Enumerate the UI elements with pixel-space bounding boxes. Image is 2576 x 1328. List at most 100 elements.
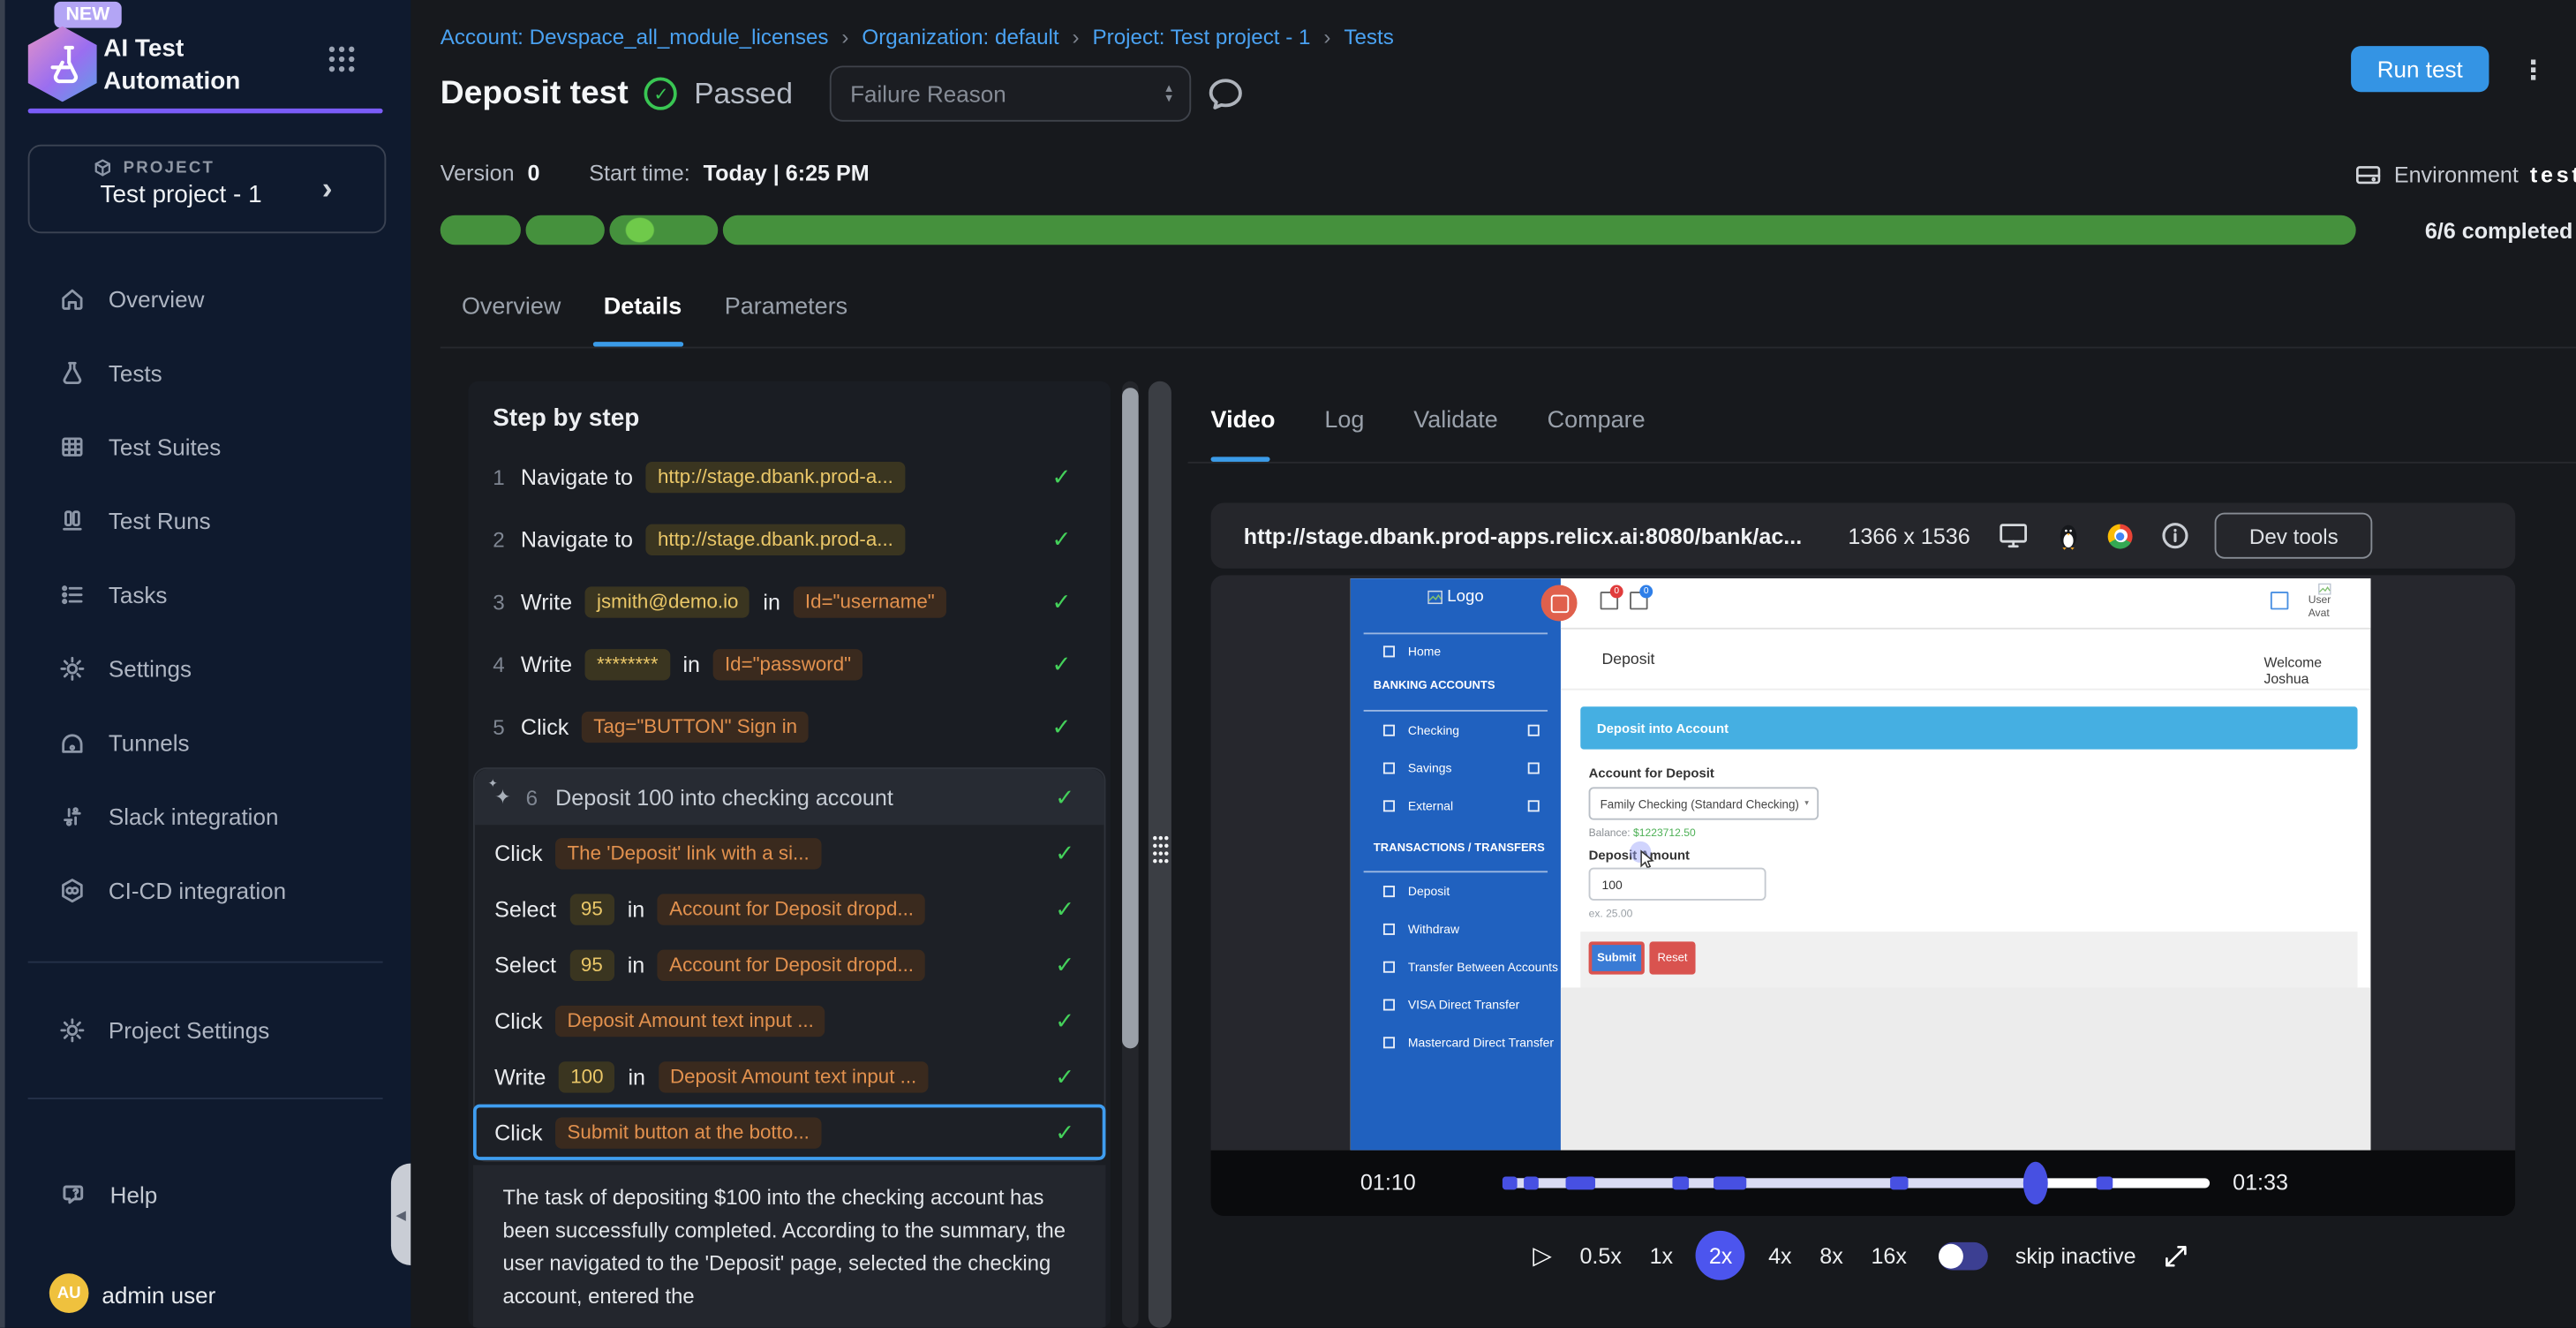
substep-row-5[interactable]: Write 100 in Deposit Amount text input .… — [475, 1048, 1104, 1104]
sidebar-item-settings[interactable]: Settings — [0, 641, 411, 697]
bank-reset-button: Reset — [1649, 941, 1695, 974]
timeline-event-marker[interactable] — [1713, 1176, 1745, 1189]
skip-inactive-toggle[interactable] — [1938, 1241, 1987, 1270]
bank-page-title: Deposit — [1601, 651, 1654, 668]
speed-1x[interactable]: 1x — [1650, 1243, 1674, 1268]
timeline-thumb[interactable] — [2022, 1162, 2047, 1204]
sidebar-item-test-suites[interactable]: Test Suites — [0, 419, 411, 475]
play-button[interactable]: ▷ — [1533, 1241, 1551, 1270]
start-time-value: Today | 6:25 PM — [704, 161, 870, 185]
sidebar-item-tests[interactable]: Tests — [0, 345, 411, 401]
steps-heading: Step by step — [493, 404, 1111, 433]
avatar[interactable]: AU — [49, 1273, 89, 1313]
info-icon[interactable] — [2161, 521, 2190, 550]
user-avatar-broken-image: User Avat — [2309, 584, 2331, 622]
failure-reason-select[interactable]: Failure Reason ▴▾ — [829, 65, 1190, 121]
substep-row-2[interactable]: Select 95 in Account for Deposit dropd..… — [475, 880, 1104, 936]
step-check-icon: ✓ — [1052, 463, 1072, 491]
bank-nav-savings: Savings — [1383, 761, 1452, 776]
step-row-3[interactable]: 3 Write jsmith@demo.io in Id="username" … — [493, 580, 1071, 622]
sidebar-item-project-settings[interactable]: Project Settings — [0, 1002, 411, 1058]
tunnel-icon — [59, 729, 86, 756]
step-check-icon: ✓ — [1052, 587, 1072, 615]
video-tabs: Video Log Validate Compare — [1211, 408, 1646, 434]
tab-overview[interactable]: Overview — [462, 294, 561, 321]
timeline-event-marker[interactable] — [1890, 1176, 1908, 1189]
breadcrumb-separator: › — [1323, 25, 1330, 49]
value-chip: http://stage.dbank.prod-a... — [646, 461, 905, 492]
bank-page-background — [1561, 987, 2370, 1150]
tab-details[interactable]: Details — [604, 294, 682, 321]
locator-chip: The 'Deposit' link with a si... — [555, 837, 820, 868]
project-selector[interactable]: PROJECT Test project - 1 › — [28, 145, 387, 233]
step-check-icon: ✓ — [1055, 1062, 1074, 1090]
step-row-2[interactable]: 2 Navigate to http://stage.dbank.prod-a.… — [493, 517, 1071, 560]
substep-row-3[interactable]: Select 95 in Account for Deposit dropd..… — [475, 937, 1104, 992]
sidebar-item-overview[interactable]: Overview — [0, 271, 411, 327]
grid-table-icon — [59, 434, 86, 460]
dev-tools-button[interactable]: Dev tools — [2215, 513, 2373, 559]
step-check-icon: ✓ — [1052, 650, 1072, 678]
speed-8x[interactable]: 8x — [1819, 1243, 1843, 1268]
substep-row-4[interactable]: Click Deposit Amount text input ... ✓ — [475, 992, 1104, 1048]
panel-splitter-handle[interactable] — [1149, 381, 1171, 1328]
timeline-track[interactable] — [1503, 1178, 2210, 1188]
breadcrumb-organization[interactable]: Organization: default — [862, 25, 1058, 49]
substep-row-1[interactable]: Click The 'Deposit' link with a si... ✓ — [475, 825, 1104, 880]
comment-icon[interactable] — [1207, 76, 1243, 112]
step-check-icon: ✓ — [1052, 525, 1072, 554]
breadcrumb-account[interactable]: Account: Devspace_all_module_licenses — [441, 25, 829, 49]
step-check-icon: ✓ — [1055, 783, 1074, 811]
tab-parameters[interactable]: Parameters — [725, 294, 847, 321]
speed-2x-active[interactable]: 2x — [1696, 1231, 1745, 1280]
cicd-hexagon-link-icon — [59, 878, 86, 904]
tab-compare[interactable]: Compare — [1548, 408, 1646, 434]
breadcrumb-tests[interactable]: Tests — [1344, 25, 1393, 49]
bank-panel-header: Deposit into Account — [1580, 706, 2357, 749]
sidebar-item-tasks[interactable]: Tasks — [0, 567, 411, 622]
bank-nav-checking: Checking — [1383, 723, 1459, 738]
apps-grid-icon[interactable] — [325, 42, 358, 75]
locator-chip: Account for Deposit dropd... — [658, 893, 925, 924]
timeline-event-marker[interactable] — [1524, 1176, 1539, 1189]
sidebar-item-slack-integration[interactable]: Slack integration — [0, 788, 411, 844]
bank-section-accounts: BANKING ACCOUNTS — [1374, 680, 1495, 691]
timeline-event-marker[interactable] — [2096, 1176, 2113, 1189]
bank-nav-deposit: Deposit — [1383, 884, 1450, 899]
video-viewport[interactable]: Logo Home BANKING ACCOUNTS Checking Savi… — [1211, 575, 2516, 1216]
completed-count: 6/6 completed — [2425, 219, 2573, 244]
bank-nav-visa: VISA Direct Transfer — [1383, 998, 1519, 1013]
locator-chip: Tag="BUTTON" Sign in — [582, 711, 809, 742]
video-url: http://stage.dbank.prod-apps.relicx.ai:8… — [1244, 524, 1802, 548]
breadcrumb-project[interactable]: Project: Test project - 1 — [1093, 25, 1311, 49]
tab-log[interactable]: Log — [1324, 408, 1364, 434]
breadcrumb-separator: › — [841, 25, 848, 49]
bank-nav-external: External — [1383, 798, 1453, 813]
step-group-header[interactable]: ✦✦ 6 Deposit 100 into checking account ✓ — [475, 769, 1104, 825]
sidebar-divider — [28, 962, 383, 963]
substep-row-6-selected[interactable]: Click Submit button at the botto... ✓ — [473, 1105, 1105, 1160]
timeline-event-marker[interactable] — [1672, 1176, 1689, 1189]
run-test-button[interactable]: Run test — [2351, 46, 2489, 92]
speed-4x[interactable]: 4x — [1768, 1243, 1792, 1268]
tab-validate[interactable]: Validate — [1413, 408, 1498, 434]
sidebar-collapse-handle[interactable]: ◀ — [391, 1164, 411, 1265]
bank-topbar: 0 0 User Avat — [1561, 578, 2370, 630]
step-row-4[interactable]: 4 Write ******** in Id="password" ✓ — [493, 643, 1071, 685]
sidebar-item-tunnels[interactable]: Tunnels — [0, 715, 411, 771]
tab-video[interactable]: Video — [1211, 408, 1276, 434]
fullscreen-icon[interactable] — [2164, 1243, 2188, 1268]
locator-chip: Deposit Amount text input ... — [659, 1060, 928, 1091]
kebab-menu-icon[interactable]: ⋮ — [2520, 54, 2547, 87]
sidebar-item-help[interactable]: Help — [0, 1166, 411, 1222]
step-row-5[interactable]: 5 Click Tag="BUTTON" Sign in ✓ — [493, 705, 1071, 747]
sidebar-item-cicd-integration[interactable]: CI-CD integration — [0, 863, 411, 918]
sidebar-item-test-runs[interactable]: Test Runs — [0, 493, 411, 548]
speed-16x[interactable]: 16x — [1871, 1243, 1907, 1268]
step-row-1[interactable]: 1 Navigate to http://stage.dbank.prod-a.… — [493, 455, 1071, 497]
timeline-event-marker[interactable] — [1503, 1176, 1518, 1189]
speed-0-5x[interactable]: 0.5x — [1579, 1243, 1622, 1268]
brand-divider — [28, 109, 383, 114]
steps-scrollbar-thumb[interactable] — [1122, 388, 1139, 1048]
timeline-event-marker[interactable] — [1566, 1176, 1595, 1189]
